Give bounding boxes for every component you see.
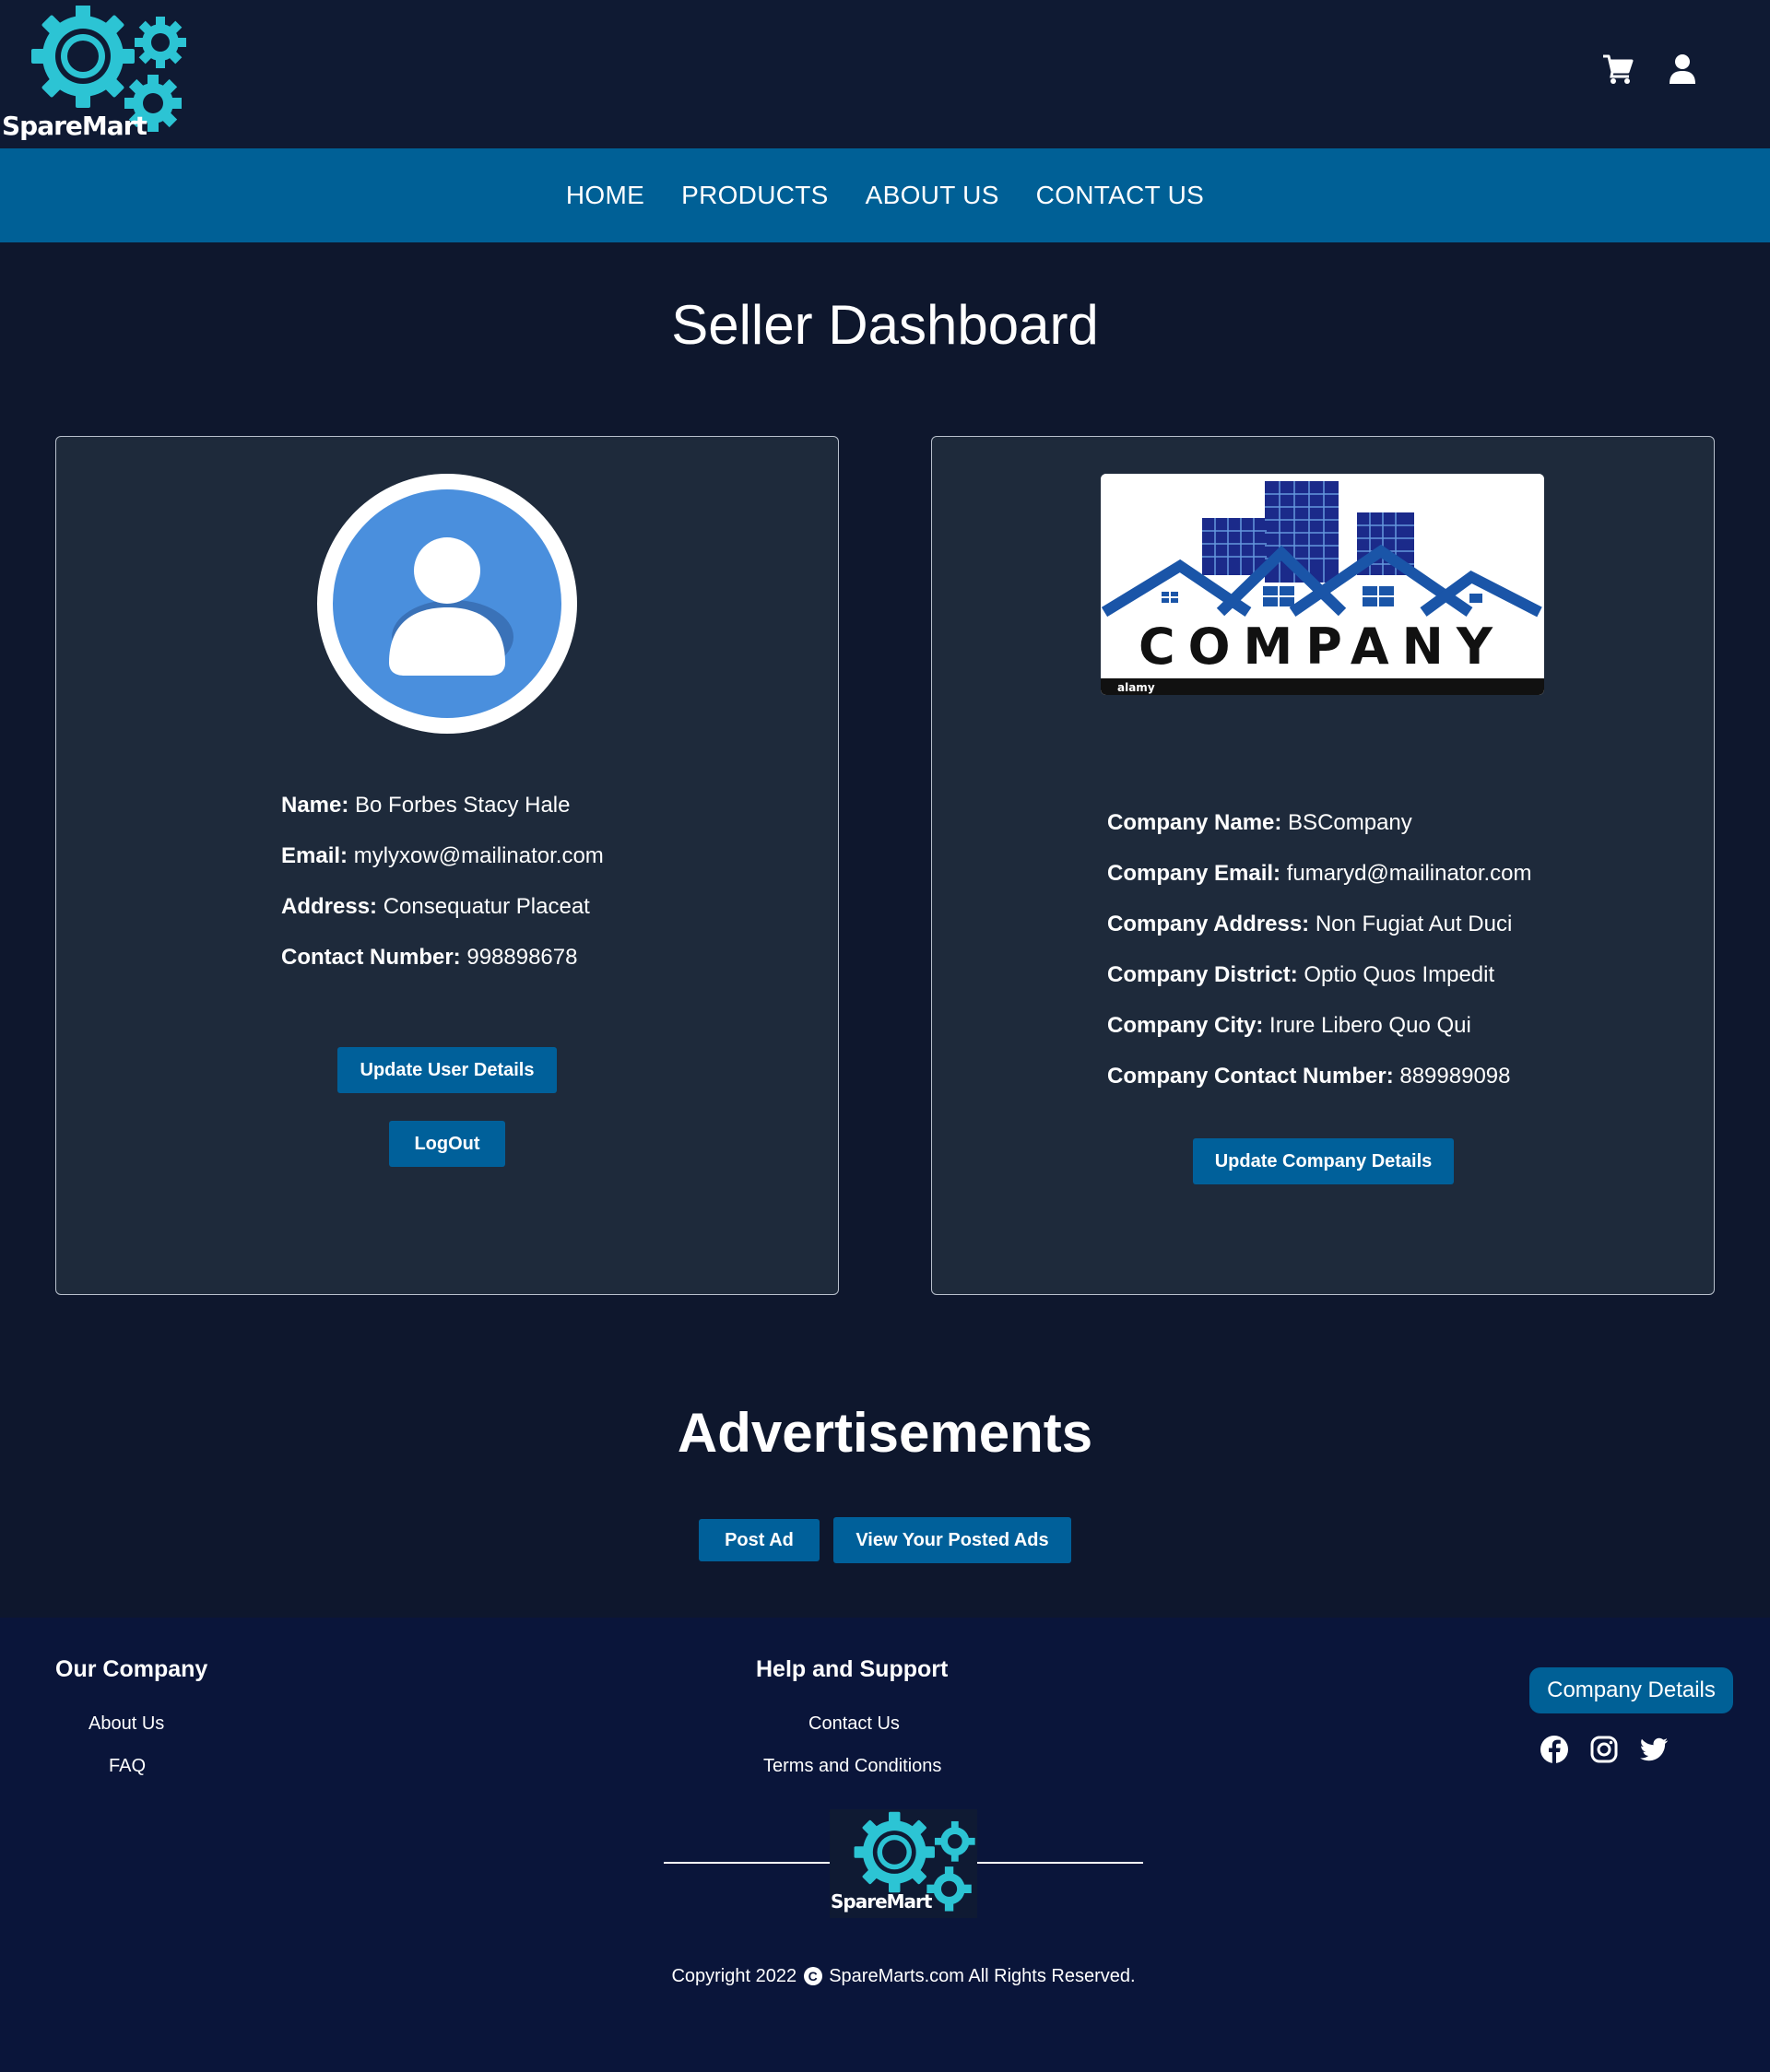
company-address: Non Fugiat Aut Duci: [1315, 912, 1513, 936]
company-email-row: Company Email: fumaryd@mailinator.com: [1107, 848, 1532, 899]
facebook-icon[interactable]: [1540, 1735, 1569, 1764]
company-info: Company Name: BSCompany Company Email: f…: [1107, 797, 1532, 1101]
footer-divider-left: [664, 1862, 832, 1864]
company-district-row: Company District: Optio Quos Impedit: [1107, 949, 1532, 1000]
name-label: Name:: [281, 793, 349, 818]
footer: Our Company About Us FAQ Help and Suppor…: [0, 1618, 1770, 2072]
post-ad-button[interactable]: Post Ad: [699, 1519, 820, 1561]
footer-link-terms[interactable]: Terms and Conditions: [763, 1756, 941, 1777]
company-name-row: Company Name: BSCompany: [1107, 797, 1532, 848]
logout-button[interactable]: LogOut: [389, 1121, 505, 1167]
company-city: Irure Libero Quo Qui: [1269, 1013, 1471, 1038]
company-buildings-logo: COMPANY alamy: [1101, 474, 1544, 695]
company-district-label: Company District:: [1107, 962, 1298, 987]
footer-divider-right: [975, 1862, 1143, 1864]
avatar: [317, 474, 577, 734]
update-user-details-button[interactable]: Update User Details: [337, 1047, 557, 1093]
company-city-label: Company City:: [1107, 1013, 1264, 1038]
main-nav: HOME PRODUCTS ABOUT US CONTACT US: [0, 148, 1770, 242]
copyright: Copyright 2022 C SpareMarts.com All Righ…: [0, 1966, 1770, 1987]
footer-link-about-us[interactable]: About Us: [88, 1713, 164, 1735]
logo-text: SpareMart: [2, 111, 148, 141]
company-email-label: Company Email:: [1107, 861, 1281, 886]
footer-logo-text: SpareMart: [831, 1890, 932, 1913]
nav-products[interactable]: PRODUCTS: [681, 181, 829, 210]
company-card: COMPANY alamy Company Name: BSCompany Co…: [931, 436, 1715, 1295]
page-title: Seller Dashboard: [671, 294, 1099, 356]
copyright-text: SpareMarts.com All Rights Reserved.: [829, 1966, 1136, 1986]
our-company-title: Our Company: [55, 1656, 208, 1682]
company-logo-text: COMPANY: [1139, 618, 1505, 676]
nav-about-us[interactable]: ABOUT US: [866, 181, 999, 210]
company-address-row: Company Address: Non Fugiat Aut Duci: [1107, 899, 1532, 949]
user-contact: 998898678: [466, 945, 578, 970]
sparemart-logo[interactable]: SpareMart: [0, 5, 189, 141]
company-email: fumaryd@mailinator.com: [1286, 861, 1532, 886]
user-name: Bo Forbes Stacy Hale: [355, 793, 571, 818]
contact-label: Contact Number:: [281, 945, 461, 970]
company-contact-row: Company Contact Number: 889989098: [1107, 1051, 1532, 1101]
user-card: Name: Bo Forbes Stacy Hale Email: mylyxo…: [55, 436, 839, 1295]
copyright-year: Copyright 2022: [671, 1966, 797, 1986]
view-posted-ads-button[interactable]: View Your Posted Ads: [833, 1517, 1071, 1563]
company-contact: 889989098: [1399, 1064, 1511, 1089]
company-details-button[interactable]: Company Details: [1529, 1667, 1733, 1713]
user-avatar-icon: [389, 537, 513, 676]
company-district: Optio Quos Impedit: [1304, 962, 1495, 987]
user-contact-row: Contact Number: 998898678: [281, 932, 604, 983]
update-company-details-button[interactable]: Update Company Details: [1193, 1138, 1454, 1184]
user-address-row: Address: Consequatur Placeat: [281, 881, 604, 932]
user-info: Name: Bo Forbes Stacy Hale Email: mylyxo…: [281, 780, 604, 983]
company-name: BSCompany: [1288, 810, 1412, 835]
company-city-row: Company City: Irure Libero Quo Qui: [1107, 1000, 1532, 1051]
address-label: Address:: [281, 894, 378, 919]
company-contact-label: Company Contact Number:: [1107, 1064, 1394, 1089]
email-label: Email:: [281, 843, 348, 868]
user-address: Consequatur Placeat: [383, 894, 590, 919]
footer-link-faq[interactable]: FAQ: [109, 1756, 146, 1777]
nav-home[interactable]: HOME: [566, 181, 644, 210]
user-email-row: Email: mylyxow@mailinator.com: [281, 830, 604, 881]
copyright-icon: C: [803, 1967, 822, 1985]
social-links: [1540, 1735, 1669, 1764]
user-icon[interactable]: [1667, 53, 1698, 85]
advertisements-title: Advertisements: [677, 1402, 1093, 1464]
company-name-label: Company Name:: [1107, 810, 1282, 835]
user-email: mylyxow@mailinator.com: [353, 843, 604, 868]
instagram-icon[interactable]: [1589, 1735, 1619, 1764]
footer-logo[interactable]: SpareMart: [830, 1809, 977, 1918]
company-address-label: Company Address:: [1107, 912, 1310, 936]
header-icons: [1602, 53, 1698, 85]
logo-watermark: alamy: [1117, 681, 1155, 694]
twitter-icon[interactable]: [1639, 1735, 1669, 1764]
top-header: SpareMart: [0, 0, 1770, 148]
help-support-title: Help and Support: [756, 1656, 949, 1682]
nav-contact-us[interactable]: CONTACT US: [1036, 181, 1204, 210]
footer-link-contact-us[interactable]: Contact Us: [808, 1713, 900, 1735]
cart-icon[interactable]: [1602, 53, 1634, 85]
user-name-row: Name: Bo Forbes Stacy Hale: [281, 780, 604, 830]
company-logo-image: COMPANY alamy: [1101, 474, 1544, 695]
